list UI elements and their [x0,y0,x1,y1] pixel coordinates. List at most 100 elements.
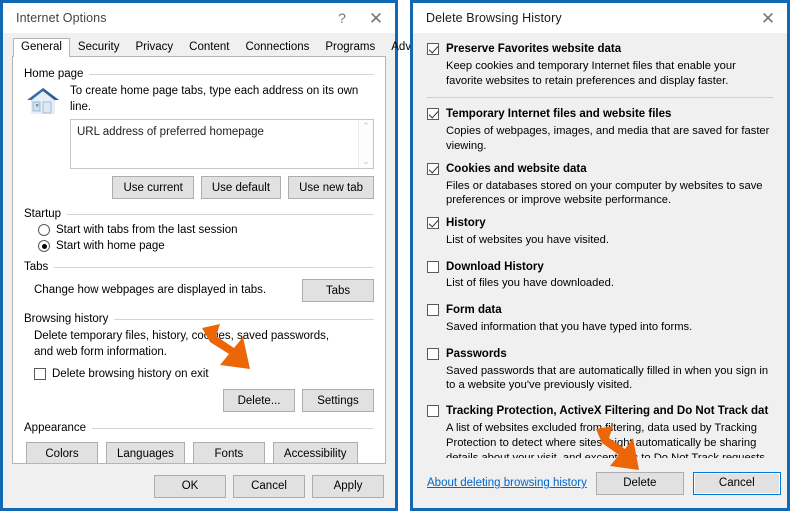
screenshot-stage: Internet Options ? ✕ General Security Pr… [0,0,790,511]
internet-options-titlebar: Internet Options ? ✕ [3,3,395,33]
tabs-button[interactable]: Tabs [302,279,374,303]
list-item: Cookies and website data Files or databa… [427,162,773,208]
divider [427,97,773,99]
fonts-button[interactable]: Fonts [192,442,265,463]
list-item: Temporary Internet files and website fil… [427,108,773,153]
group-rule [114,318,374,320]
list-item: Download History List of files you have … [427,260,773,292]
history-label: History [446,217,486,230]
tracking-protection-checkbox[interactable] [427,405,439,418]
passwords-label: Passwords [446,347,507,360]
appearance-button-row: Colors Languages Fonts Accessibility [26,442,374,463]
download-history-label: Download History [446,260,544,273]
scroll-down-icon[interactable]: ⌄ [362,157,370,166]
tabs-row: Change how webpages are displayed in tab… [34,279,374,303]
internet-options-tabstrip: General Security Privacy Content Connect… [3,33,442,58]
preserve-favorites-checkbox[interactable] [427,43,439,55]
cookies-label: Cookies and website data [446,162,587,175]
list-item: Passwords Saved passwords that are autom… [427,347,773,393]
cancel-button[interactable]: Cancel [692,471,781,495]
general-tab-page: Home page To create home page tabs, type… [12,56,386,464]
appearance-group: Appearance Colors Languages Fonts Access… [24,422,374,463]
use-new-tab-button[interactable]: Use new tab [288,176,374,200]
history-row[interactable]: History [427,217,773,231]
delete-button[interactable]: Delete... [223,389,295,413]
close-icon[interactable]: ✕ [359,4,393,32]
appearance-group-body: Colors Languages Fonts Accessibility [24,442,374,463]
delete-on-exit-checkbox[interactable] [34,368,46,381]
history-checkbox[interactable] [427,217,439,230]
tab-connections[interactable]: Connections [237,38,317,58]
home-page-url-scrollbar[interactable]: ⌃ ⌄ [358,120,373,169]
tab-general[interactable]: General [13,37,70,57]
about-deleting-browsing-history-link[interactable]: About deleting browsing history [427,477,587,489]
delete-history-body: Preserve Favorites website data Keep coo… [413,33,787,458]
cookies-checkbox[interactable] [427,162,439,175]
scroll-up-icon[interactable]: ⌃ [362,122,370,131]
group-rule [89,73,374,75]
group-rule [92,427,374,429]
apply-button[interactable]: Apply [312,474,384,498]
form-data-row[interactable]: Form data [427,304,773,318]
home-page-row: To create home page tabs, type each addr… [24,84,374,200]
temporary-files-checkbox[interactable] [427,108,439,121]
form-data-checkbox[interactable] [427,304,439,317]
browsing-history-button-row: Delete... Settings [34,389,374,413]
accessibility-button[interactable]: Accessibility [272,442,358,463]
appearance-group-label: Appearance [24,422,87,435]
use-current-button[interactable]: Use current [112,176,194,200]
home-page-group: Home page To create home page tabs, type… [24,68,374,200]
temporary-files-row[interactable]: Temporary Internet files and website fil… [427,108,773,122]
radio-row-home-page[interactable]: Start with home page [38,240,374,253]
temporary-files-label: Temporary Internet files and website fil… [446,108,672,121]
internet-options-title: Internet Options [16,11,107,25]
help-icon[interactable]: ? [325,4,359,32]
tab-programs[interactable]: Programs [317,38,383,58]
list-item: Form data Saved information that you hav… [427,304,773,335]
tracking-protection-description: A list of websites excluded from filteri… [446,421,769,458]
tab-content[interactable]: Content [181,38,237,58]
appearance-group-head: Appearance [24,422,374,434]
history-description: List of websites you have visited. [446,233,609,246]
ok-button[interactable]: OK [154,474,226,498]
home-page-url-input[interactable]: URL address of preferred homepage [71,120,358,168]
radio-row-last-session[interactable]: Start with tabs from the last session [38,224,374,237]
tabs-group-body: Change how webpages are displayed in tab… [24,279,374,303]
radio-last-session[interactable] [38,224,50,237]
settings-button[interactable]: Settings [302,389,374,413]
languages-button[interactable]: Languages [106,442,185,463]
list-item: Preserve Favorites website data Keep coo… [427,43,773,88]
download-history-row[interactable]: Download History [427,260,773,275]
preserve-favorites-description: Keep cookies and temporary Internet file… [446,59,736,87]
list-item: History List of websites you have visite… [427,217,773,248]
delete-button[interactable]: Delete [595,471,684,495]
tabs-hint: Change how webpages are displayed in tab… [34,283,267,296]
tab-security[interactable]: Security [70,38,128,58]
browsing-history-group-body: Delete temporary files, history, cookies… [24,329,374,413]
cancel-button[interactable]: Cancel [233,474,305,498]
form-data-label: Form data [446,304,502,317]
delete-history-titlebar: Delete Browsing History ✕ [413,3,787,33]
cookies-row[interactable]: Cookies and website data [427,162,773,177]
home-page-url-box[interactable]: URL address of preferred homepage ⌃ ⌄ [70,119,374,170]
use-default-button[interactable]: Use default [200,176,282,200]
preserve-favorites-row[interactable]: Preserve Favorites website data [427,43,773,57]
radio-home-page[interactable] [38,240,50,253]
delete-on-exit-row[interactable]: Delete browsing history on exit [34,368,374,381]
tabs-group-label: Tabs [24,261,49,274]
radio-label-last-session: Start with tabs from the last session [56,224,238,237]
browsing-history-group: Browsing history Delete temporary files,… [24,313,374,413]
colors-button[interactable]: Colors [26,442,98,463]
startup-group: Startup Start with tabs from the last se… [24,208,374,253]
download-history-checkbox[interactable] [427,260,439,273]
startup-group-body: Start with tabs from the last session St… [24,224,374,253]
tabs-group-head: Tabs [24,261,374,273]
tab-privacy[interactable]: Privacy [127,38,181,58]
home-page-hint: To create home page tabs, type each addr… [70,85,359,113]
passwords-row[interactable]: Passwords [427,347,773,362]
list-item: Tracking Protection, ActiveX Filtering a… [427,405,773,458]
close-icon[interactable]: ✕ [751,4,785,32]
passwords-checkbox[interactable] [427,347,439,360]
delete-browsing-history-dialog: Delete Browsing History ✕ Preserve Favor… [410,0,790,511]
tracking-protection-row[interactable]: Tracking Protection, ActiveX Filtering a… [427,405,773,419]
